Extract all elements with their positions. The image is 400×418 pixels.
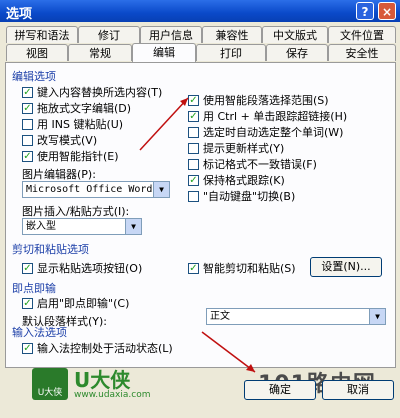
usb-logo-icon: U大侠 bbox=[32, 368, 68, 400]
arrowhead-bottom bbox=[246, 364, 255, 372]
logo-badge: U大侠 bbox=[37, 388, 63, 398]
brand-name: U大侠 bbox=[74, 368, 131, 392]
cancel-button[interactable]: 取消 bbox=[322, 380, 394, 400]
ok-button[interactable]: 确定 bbox=[244, 380, 316, 400]
udaxia-watermark: U大侠 U大侠 www.udaxia.com bbox=[0, 362, 205, 408]
brand-site: www.udaxia.com bbox=[74, 390, 151, 400]
annotation-arrows bbox=[139, 97, 256, 373]
annotation-arrow-top bbox=[139, 97, 189, 151]
annotation-arrow-bottom bbox=[201, 331, 256, 373]
